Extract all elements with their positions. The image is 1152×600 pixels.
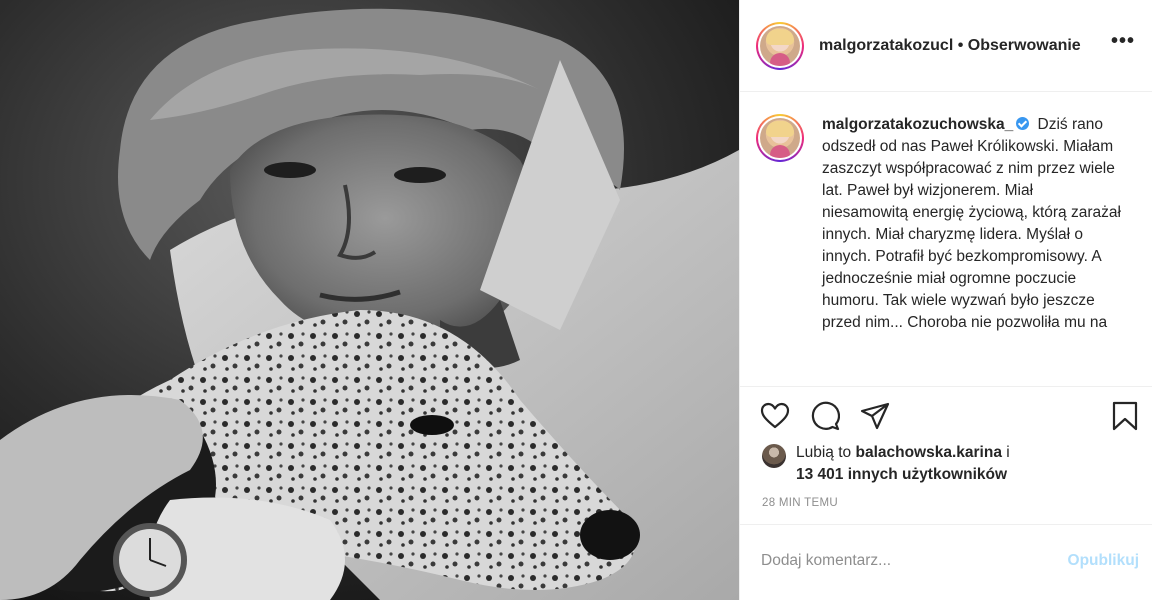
author-username[interactable]: malgorzatakozucl xyxy=(819,37,953,54)
post-header: malgorzatakozucl • Obserwowanie ••• xyxy=(740,0,1152,92)
publish-button[interactable]: Opublikuj xyxy=(1068,552,1139,570)
caption-username[interactable]: malgorzatakozuchowska_ xyxy=(822,116,1013,133)
comment-box: Opublikuj xyxy=(740,524,1152,600)
more-options-icon[interactable]: ••• xyxy=(1111,31,1134,56)
caption-scroll-area[interactable]: malgorzatakozuchowska_ Dziś rano odszedł… xyxy=(740,92,1152,386)
liker-avatar[interactable] xyxy=(762,444,786,468)
post-side-panel: malgorzatakozucl • Obserwowanie ••• malg… xyxy=(739,0,1152,600)
caption-avatar[interactable] xyxy=(756,114,804,162)
likes-connector: i xyxy=(1006,444,1010,461)
likes-text: Lubią to balachowska.karina i 13 401 inn… xyxy=(796,442,1142,486)
likes-count[interactable]: 13 401 innych użytkowników xyxy=(796,466,1007,483)
verified-badge-icon xyxy=(1016,117,1030,130)
post-photo[interactable] xyxy=(0,0,739,600)
header-text: malgorzatakozucl • Obserwowanie xyxy=(819,37,1081,55)
liker-username[interactable]: balachowska.karina xyxy=(855,444,1001,461)
photo-illustration xyxy=(0,0,739,600)
bookmark-icon[interactable] xyxy=(1110,401,1140,431)
action-bar xyxy=(740,386,1152,438)
caption: malgorzatakozuchowska_ Dziś rano odszedł… xyxy=(756,114,1141,334)
avatar-image xyxy=(760,25,800,66)
following-button[interactable]: Obserwowanie xyxy=(968,37,1081,54)
comment-input[interactable] xyxy=(761,549,1051,573)
caption-body: Dziś rano odszedł od nas Paweł Królikows… xyxy=(822,116,1121,331)
comment-bubble-icon[interactable] xyxy=(810,401,840,431)
header-separator: • xyxy=(957,36,964,54)
caption-text: malgorzatakozuchowska_ Dziś rano odszedł… xyxy=(822,114,1122,334)
post-timestamp[interactable]: 28 MIN TEMU xyxy=(762,497,838,509)
paper-plane-icon[interactable] xyxy=(860,401,890,431)
instagram-post: malgorzatakozucl • Obserwowanie ••• malg… xyxy=(0,0,1152,600)
avatar-image xyxy=(760,118,800,158)
likes-summary: Lubią to balachowska.karina i 13 401 inn… xyxy=(762,442,1142,486)
likes-prefix: Lubią to xyxy=(796,444,852,461)
author-avatar[interactable] xyxy=(756,21,804,70)
heart-icon[interactable] xyxy=(760,401,790,431)
